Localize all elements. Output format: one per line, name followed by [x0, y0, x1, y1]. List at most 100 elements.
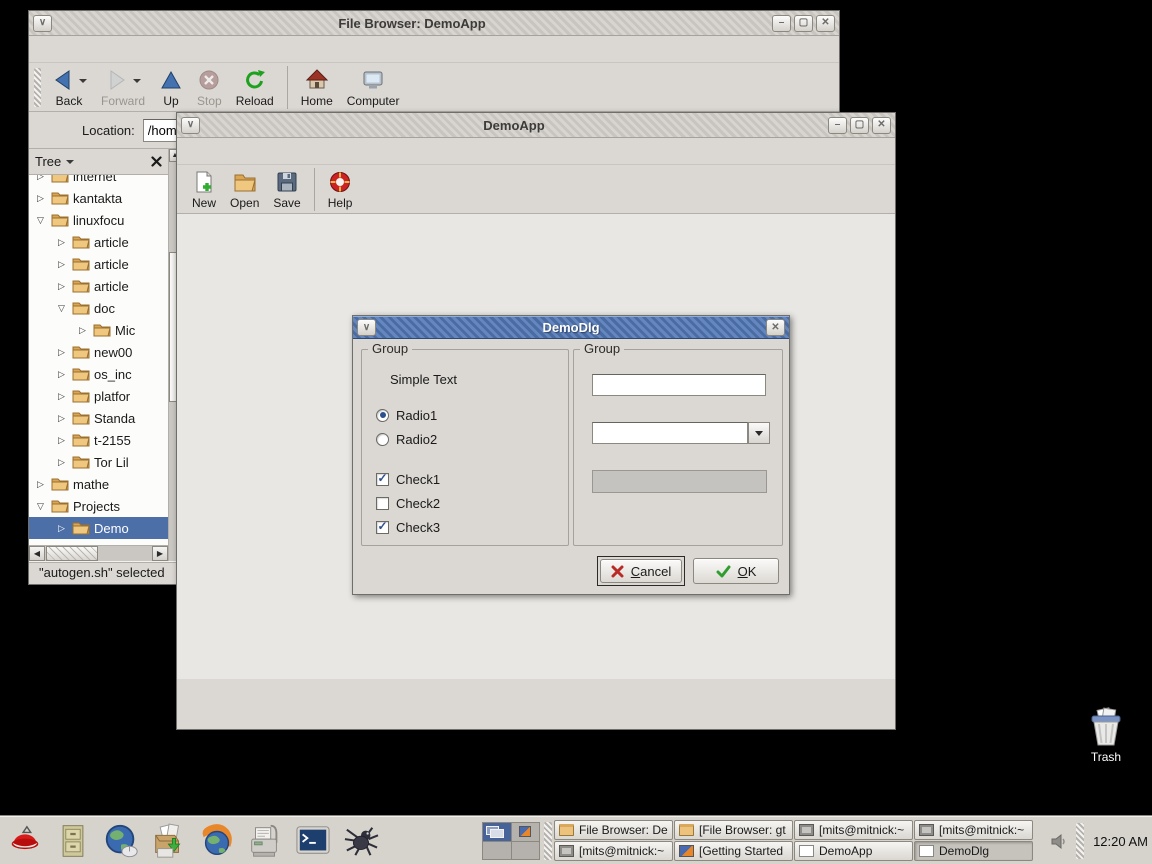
tree-item[interactable]: linuxfocu: [29, 209, 168, 231]
expander-icon[interactable]: [58, 369, 72, 380]
demoapp-titlebar[interactable]: ∨ DemoApp – ▢ ✕: [177, 113, 895, 138]
task-button[interactable]: [File Browser: gt: [674, 820, 793, 840]
tree-item[interactable]: kantakta: [29, 187, 168, 209]
menu-item[interactable]: [201, 148, 217, 154]
tree-item[interactable]: Mic: [29, 319, 168, 341]
menu-item[interactable]: [185, 148, 201, 154]
web-browser-icon[interactable]: [101, 821, 141, 861]
tree-item[interactable]: mathe: [29, 473, 168, 495]
tree-item[interactable]: os_inc: [29, 363, 168, 385]
close-button[interactable]: ✕: [816, 15, 835, 32]
toolbar-button[interactable]: Home: [287, 66, 340, 109]
window-menu-icon[interactable]: ∨: [33, 15, 52, 32]
package-manager-icon[interactable]: [149, 821, 189, 861]
trash-desktop-icon[interactable]: Trash: [1076, 706, 1136, 764]
toolbar-button[interactable]: Back: [44, 66, 94, 109]
maximize-button[interactable]: ▢: [794, 15, 813, 32]
printer-icon[interactable]: [245, 821, 285, 861]
radio-icon[interactable]: [376, 409, 389, 422]
checkbox-icon[interactable]: [376, 473, 389, 486]
task-button[interactable]: DemoDlg: [914, 841, 1033, 861]
minimize-button[interactable]: –: [828, 117, 847, 134]
workspace-1[interactable]: [483, 823, 511, 841]
checkbox-option[interactable]: Check1: [376, 467, 568, 491]
toolbar-button[interactable]: Forward: [94, 66, 152, 109]
horizontal-scrollbar[interactable]: ◀ ▶: [29, 545, 168, 561]
window-menu-icon[interactable]: ∨: [181, 117, 200, 134]
expander-icon[interactable]: [58, 413, 72, 424]
expander-icon[interactable]: [79, 325, 93, 336]
workspace-pager[interactable]: [482, 822, 540, 860]
expander-icon[interactable]: [58, 523, 72, 534]
redhat-menu-icon[interactable]: [5, 821, 45, 861]
tree-item[interactable]: new00: [29, 341, 168, 363]
firefox-icon[interactable]: [197, 821, 237, 861]
volume-icon[interactable]: [1050, 833, 1067, 850]
demodlg-titlebar[interactable]: ∨ DemoDlg ✕: [353, 316, 789, 339]
toolbar-button[interactable]: Reload: [229, 66, 281, 109]
menu-item[interactable]: [117, 46, 133, 52]
expander-icon[interactable]: [37, 175, 51, 182]
toolbar-drag-handle[interactable]: [34, 68, 41, 107]
tasklist-drag-handle[interactable]: [544, 822, 552, 860]
cancel-button[interactable]: Cancel: [597, 556, 685, 586]
tree-item[interactable]: Projects: [29, 495, 168, 517]
menu-item[interactable]: [53, 46, 69, 52]
menu-item[interactable]: [217, 148, 233, 154]
toolbar-button[interactable]: New: [185, 168, 223, 211]
expander-icon[interactable]: [58, 259, 72, 270]
expander-icon[interactable]: [37, 501, 51, 512]
task-button[interactable]: File Browser: De: [554, 820, 673, 840]
toolbar-button[interactable]: Help: [314, 168, 360, 211]
checkbox-option[interactable]: Check3: [376, 515, 568, 539]
text-entry[interactable]: [592, 374, 766, 396]
file-manager-icon[interactable]: [53, 821, 93, 861]
menu-item[interactable]: [85, 46, 101, 52]
menu-item[interactable]: [69, 46, 85, 52]
scroll-right-icon[interactable]: ▶: [152, 546, 168, 561]
maximize-button[interactable]: ▢: [850, 117, 869, 134]
tree-item[interactable]: Tor Lil: [29, 451, 168, 473]
radio-option[interactable]: Radio1: [376, 403, 568, 427]
expander-icon[interactable]: [58, 303, 72, 314]
workspace-2[interactable]: [512, 823, 540, 841]
combo-dropdown-icon[interactable]: [748, 422, 770, 444]
expander-icon[interactable]: [37, 193, 51, 204]
expander-icon[interactable]: [58, 391, 72, 402]
radio-option[interactable]: Radio2: [376, 427, 568, 451]
expander-icon[interactable]: [58, 457, 72, 468]
expander-icon[interactable]: [37, 215, 51, 226]
tree-item[interactable]: article: [29, 275, 168, 297]
tree-item[interactable]: Standa: [29, 407, 168, 429]
toolbar-button[interactable]: Stop: [190, 66, 229, 109]
task-button[interactable]: DemoApp: [794, 841, 913, 861]
clock[interactable]: 12:20 AM: [1093, 834, 1148, 849]
combo-box[interactable]: [592, 422, 770, 444]
tree-item[interactable]: t-2155: [29, 429, 168, 451]
expander-icon[interactable]: [58, 281, 72, 292]
toolbar-button[interactable]: Computer: [340, 66, 407, 109]
checkbox-option[interactable]: Check2: [376, 491, 568, 515]
close-sidebar-icon[interactable]: [151, 156, 162, 167]
tree-item[interactable]: article: [29, 231, 168, 253]
clock-drag-handle[interactable]: [1076, 823, 1084, 859]
task-button[interactable]: [Getting Started: [674, 841, 793, 861]
workspace-4[interactable]: [512, 842, 540, 860]
spider-icon[interactable]: [341, 821, 381, 861]
tree-item[interactable]: platfor: [29, 385, 168, 407]
chevron-down-icon[interactable]: [79, 79, 87, 87]
radio-icon[interactable]: [376, 433, 389, 446]
expander-icon[interactable]: [37, 479, 51, 490]
chevron-down-icon[interactable]: [133, 79, 141, 87]
combo-entry[interactable]: [592, 422, 748, 444]
expander-icon[interactable]: [58, 435, 72, 446]
ok-button[interactable]: OK: [691, 556, 781, 586]
task-button[interactable]: [mits@mitnick:~: [554, 841, 673, 861]
tree-item[interactable]: article: [29, 253, 168, 275]
tree-item[interactable]: Demo: [29, 517, 168, 539]
toolbar-button[interactable]: Open: [223, 168, 266, 211]
checkbox-icon[interactable]: [376, 521, 389, 534]
window-menu-icon[interactable]: ∨: [357, 319, 376, 336]
close-button[interactable]: ✕: [766, 319, 785, 336]
scroll-left-icon[interactable]: ◀: [29, 546, 45, 561]
